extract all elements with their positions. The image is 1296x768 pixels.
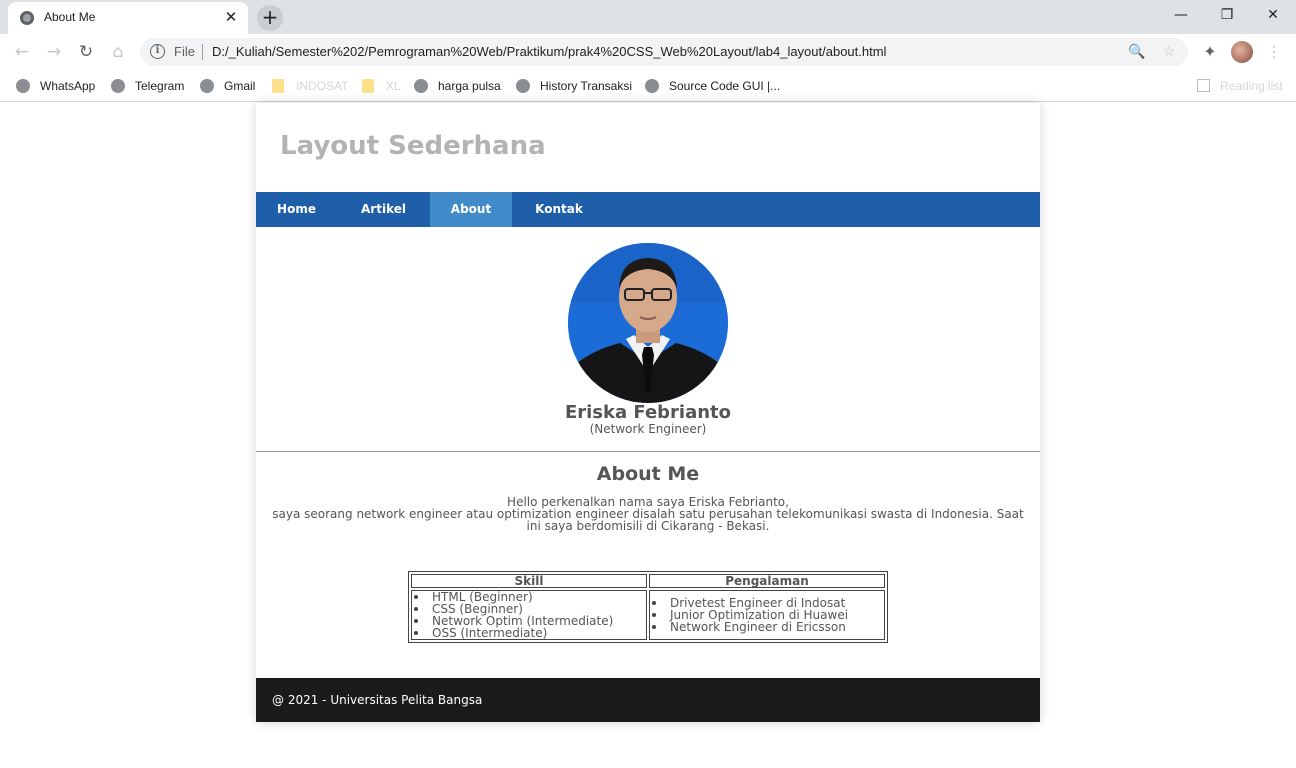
profile-photo [568, 243, 728, 403]
globe-icon [16, 79, 30, 93]
tab-strip: About Me ✕ + — ❐ ✕ [0, 0, 1296, 34]
site-title: Layout Sederhana [280, 131, 546, 161]
bookmark-source-code-gui[interactable]: Source Code GUI |... [645, 77, 780, 95]
globe-icon [516, 79, 530, 93]
list-item: OSS (Intermediate) [412, 627, 646, 639]
address-bar[interactable]: i File D:/_Kuliah/Semester%202/Pemrogram… [140, 38, 1188, 66]
folder-icon [362, 79, 374, 93]
table-header-row: Skill Pengalaman [411, 574, 885, 588]
reading-list-icon [1197, 79, 1210, 92]
site-header: Layout Sederhana [256, 103, 1040, 192]
new-tab-button[interactable]: + [257, 5, 283, 31]
minimize-button[interactable]: — [1158, 4, 1204, 28]
profile-section: Eriska Febrianto (Network Engineer) [256, 227, 1040, 452]
tab-close-icon[interactable]: ✕ [222, 8, 240, 26]
site-footer: @ 2021 - Universitas Pelita Bangsa [256, 678, 1040, 722]
profile-photo-image [568, 243, 728, 403]
experience-cell: Drivetest Engineer di Indosat Junior Opt… [649, 590, 885, 640]
page-container: Layout Sederhana Home Artikel About Kont… [256, 103, 1040, 722]
reading-list-button[interactable]: Reading list [1197, 77, 1283, 95]
footer-text: @ 2021 - Universitas Pelita Bangsa [272, 693, 483, 707]
url-text[interactable]: D:/_Kuliah/Semester%202/Pemrograman%20We… [212, 44, 886, 59]
globe-icon [20, 11, 34, 25]
restore-button[interactable]: ❐ [1204, 4, 1250, 28]
column-header-skill: Skill [411, 574, 647, 588]
home-button[interactable]: ⌂ [107, 41, 129, 63]
bookmarks-bar: WhatsApp Telegram Gmail INDOSAT XL harga… [0, 70, 1296, 102]
experience-list: Drivetest Engineer di Indosat Junior Opt… [650, 597, 884, 633]
chrome-menu-icon[interactable]: ⋮ [1263, 41, 1285, 63]
bookmark-folder-indosat[interactable]: INDOSAT [272, 77, 348, 95]
extensions-puzzle-icon[interactable]: ✦ [1199, 41, 1221, 63]
globe-icon [200, 79, 214, 93]
nav-artikel[interactable]: Artikel [337, 192, 430, 227]
skills-table: Skill Pengalaman HTML (Beginner) CSS (Be… [408, 571, 888, 643]
profile-avatar[interactable] [1231, 41, 1253, 63]
bookmark-harga-pulsa[interactable]: harga pulsa [414, 77, 501, 95]
nav-kontak[interactable]: Kontak [512, 192, 606, 227]
globe-icon [645, 79, 659, 93]
forward-button[interactable]: → [43, 41, 65, 63]
nav-home[interactable]: Home [256, 192, 337, 227]
skill-cell: HTML (Beginner) CSS (Beginner) Network O… [411, 590, 647, 640]
scheme-label: File [174, 44, 195, 59]
back-button[interactable]: ← [11, 41, 33, 63]
globe-icon [414, 79, 428, 93]
site-info-icon[interactable]: i [150, 44, 165, 59]
about-text: Hello perkenalkan nama saya Eriska Febri… [268, 496, 1028, 532]
about-line-2: saya seorang network engineer atau optim… [272, 507, 1024, 533]
list-item: Network Engineer di Ericsson [650, 621, 884, 633]
bookmark-whatsapp[interactable]: WhatsApp [16, 77, 95, 95]
bookmark-folder-xl[interactable]: XL [362, 77, 401, 95]
skill-list: HTML (Beginner) CSS (Beginner) Network O… [412, 591, 646, 639]
bookmark-history-transaksi[interactable]: History Transaksi [516, 77, 632, 95]
folder-icon [272, 79, 284, 93]
window-close-button[interactable]: ✕ [1250, 4, 1296, 28]
address-separator [202, 44, 203, 60]
about-title: About Me [596, 463, 700, 485]
tab-title: About Me [44, 10, 96, 24]
browser-tab[interactable]: About Me ✕ [8, 2, 248, 34]
browser-toolbar: ← → ↻ ⌂ i File D:/_Kuliah/Semester%202/P… [0, 34, 1296, 70]
bookmark-gmail[interactable]: Gmail [200, 77, 255, 95]
table-row: HTML (Beginner) CSS (Beginner) Network O… [411, 590, 885, 640]
zoom-icon[interactable]: 🔍 [1128, 43, 1146, 61]
globe-icon [111, 79, 125, 93]
bookmark-telegram[interactable]: Telegram [111, 77, 184, 95]
site-nav: Home Artikel About Kontak [256, 192, 1040, 227]
profile-role: (Network Engineer) [589, 422, 707, 436]
column-header-pengalaman: Pengalaman [649, 574, 885, 588]
bookmark-star-icon[interactable]: ☆ [1160, 43, 1178, 61]
reload-button[interactable]: ↻ [75, 41, 97, 63]
profile-name: Eriska Febrianto [564, 402, 732, 423]
nav-about[interactable]: About [430, 192, 512, 227]
